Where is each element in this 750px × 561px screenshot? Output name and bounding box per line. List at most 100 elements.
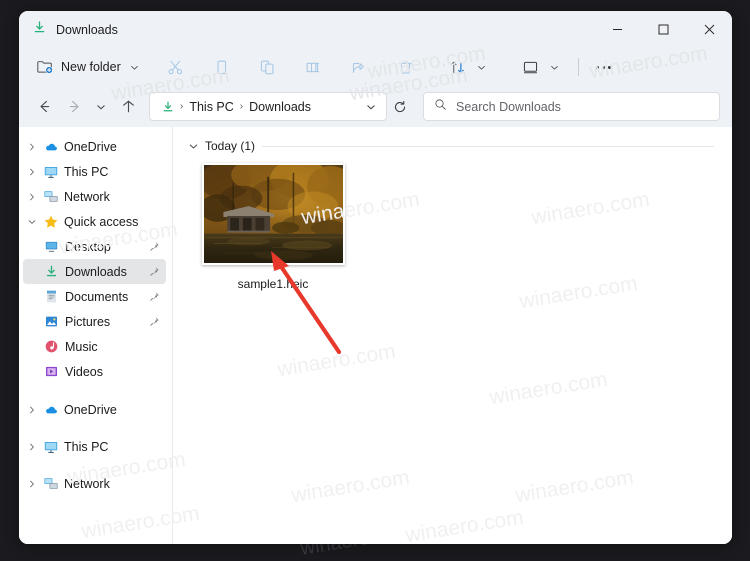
- copy-icon: [212, 57, 232, 77]
- sidebar-item-videos[interactable]: Videos: [23, 359, 166, 384]
- scissors-icon: [166, 57, 186, 77]
- sidebar-item-label: This PC: [64, 164, 109, 179]
- sidebar-item-label: Quick access: [64, 214, 139, 229]
- sidebar-item-this-pc-2[interactable]: This PC: [23, 434, 166, 459]
- chevron-right-icon[interactable]: [23, 480, 40, 488]
- sidebar-item-label: Videos: [65, 364, 103, 379]
- minimize-button[interactable]: [594, 11, 640, 48]
- sidebar-item-music[interactable]: Music: [23, 334, 166, 359]
- sidebar-item-downloads[interactable]: Downloads: [23, 259, 166, 284]
- onedrive-cloud-icon: [40, 402, 61, 418]
- address-dropdown-icon[interactable]: [360, 102, 382, 112]
- ellipsis-icon: [602, 65, 606, 69]
- pin-icon[interactable]: [147, 316, 161, 327]
- new-folder-button[interactable]: New folder: [31, 53, 144, 81]
- sort-button[interactable]: [442, 53, 495, 81]
- refresh-button[interactable]: [387, 100, 413, 114]
- search-input[interactable]: Search Downloads: [423, 92, 720, 121]
- command-toolbar: New folder: [19, 48, 732, 86]
- recent-locations-button[interactable]: [89, 93, 113, 121]
- close-button[interactable]: [686, 11, 732, 48]
- sidebar-item-quick-access[interactable]: Quick access: [23, 209, 166, 234]
- chevron-right-icon[interactable]: [23, 443, 40, 451]
- pictures-icon: [41, 314, 62, 329]
- rename-icon: [304, 57, 324, 77]
- chevron-right-icon[interactable]: [23, 406, 40, 414]
- sidebar-item-label: Pictures: [65, 314, 111, 329]
- up-button[interactable]: [113, 93, 143, 121]
- chevron-right-icon[interactable]: [23, 168, 40, 176]
- new-folder-icon: [35, 57, 55, 77]
- sidebar-item-this-pc[interactable]: This PC: [23, 159, 166, 184]
- group-header-today[interactable]: Today (1): [189, 139, 732, 153]
- maximize-button[interactable]: [640, 11, 686, 48]
- network-icon: [40, 189, 61, 205]
- view-monitor-icon: [521, 57, 541, 77]
- chevron-right-icon[interactable]: [23, 193, 40, 201]
- star-icon: [40, 214, 61, 230]
- this-pc-monitor-icon: [40, 164, 61, 180]
- file-list-area[interactable]: Today (1) sample1.heic: [173, 127, 732, 544]
- sidebar-item-desktop[interactable]: Desktop: [23, 234, 166, 259]
- sidebar-item-label: Documents: [65, 289, 129, 304]
- downloads-arrow-icon: [41, 264, 62, 279]
- share-icon: [350, 57, 370, 77]
- pin-icon[interactable]: [147, 241, 161, 252]
- documents-icon: [41, 289, 62, 304]
- pin-icon[interactable]: [147, 266, 161, 277]
- paste-icon: [258, 57, 278, 77]
- sidebar-item-label: OneDrive: [64, 402, 117, 417]
- rename-button[interactable]: [298, 53, 330, 81]
- sidebar-item-label: Desktop: [65, 239, 111, 254]
- chevron-down-icon[interactable]: [23, 218, 40, 226]
- group-divider: [262, 145, 714, 147]
- search-icon: [434, 98, 447, 116]
- file-name[interactable]: sample1.heic: [195, 277, 351, 291]
- sidebar-item-onedrive-2[interactable]: OneDrive: [23, 397, 166, 422]
- breadcrumb-this-pc[interactable]: This PC: [184, 100, 238, 114]
- view-button[interactable]: [515, 53, 568, 81]
- chevron-down-icon[interactable]: [189, 142, 198, 151]
- file-tile[interactable]: sample1.heic: [195, 163, 351, 291]
- explorer-body: OneDrive This PC Network Quick access De…: [19, 127, 732, 544]
- sidebar-item-label: This PC: [64, 439, 109, 454]
- videos-icon: [41, 364, 62, 379]
- back-button[interactable]: [29, 93, 59, 121]
- sidebar-item-onedrive[interactable]: OneDrive: [23, 134, 166, 159]
- sort-icon: [448, 57, 468, 77]
- sidebar-item-label: Music: [65, 339, 98, 354]
- autumn-lake-boathouse-photo: [203, 165, 343, 263]
- address-bar[interactable]: › This PC › Downloads: [149, 92, 387, 121]
- music-icon: [41, 339, 62, 354]
- share-button[interactable]: [344, 53, 376, 81]
- breadcrumb-downloads[interactable]: Downloads: [244, 100, 316, 114]
- window-controls: [594, 11, 732, 48]
- delete-button[interactable]: [390, 53, 422, 81]
- window-title: Downloads: [56, 22, 118, 37]
- chevron-down-icon[interactable]: [127, 63, 142, 72]
- cut-button[interactable]: [160, 53, 192, 81]
- chevron-down-icon[interactable]: [547, 63, 562, 72]
- paste-button[interactable]: [252, 53, 284, 81]
- search-placeholder: Search Downloads: [456, 99, 561, 114]
- chevron-right-icon[interactable]: [23, 143, 40, 151]
- sidebar-item-network[interactable]: Network: [23, 184, 166, 209]
- see-more-button[interactable]: [589, 65, 619, 69]
- chevron-down-icon[interactable]: [474, 63, 489, 72]
- ellipsis-icon: [596, 65, 600, 69]
- address-bar-row: › This PC › Downloads Search Downloads: [19, 86, 732, 127]
- this-pc-monitor-icon: [40, 439, 61, 455]
- toolbar-separator: [577, 58, 579, 76]
- sidebar-item-label: Network: [64, 189, 110, 204]
- file-thumbnail[interactable]: [201, 163, 345, 265]
- title-bar: Downloads: [19, 11, 732, 48]
- sidebar-item-label: Downloads: [65, 264, 127, 279]
- copy-button[interactable]: [206, 53, 238, 81]
- title-bar-left: Downloads: [19, 20, 118, 40]
- new-folder-label: New folder: [61, 60, 121, 74]
- sidebar-item-network-2[interactable]: Network: [23, 471, 166, 496]
- pin-icon[interactable]: [147, 291, 161, 302]
- forward-button[interactable]: [59, 93, 89, 121]
- sidebar-item-documents[interactable]: Documents: [23, 284, 166, 309]
- sidebar-item-pictures[interactable]: Pictures: [23, 309, 166, 334]
